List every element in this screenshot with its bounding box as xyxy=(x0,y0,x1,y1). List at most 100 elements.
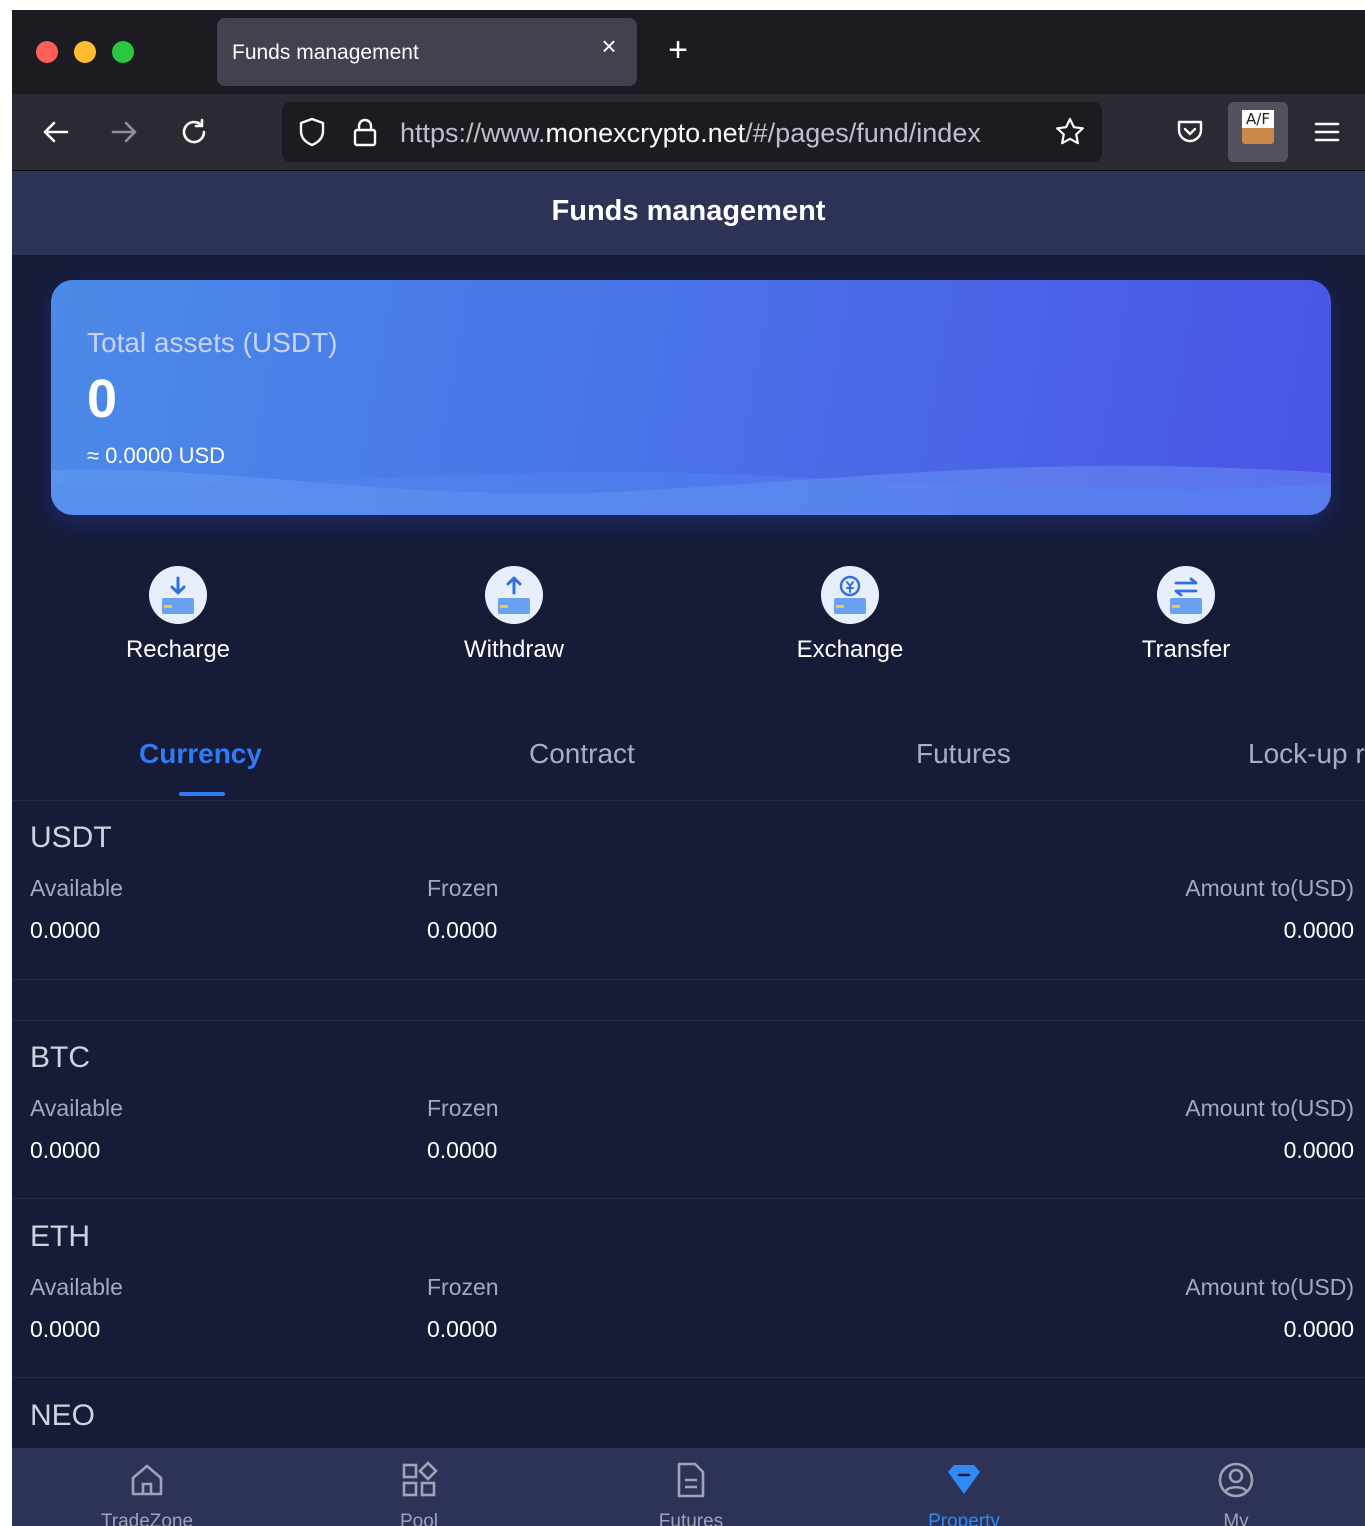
exchange-label: Exchange xyxy=(796,636,904,663)
document-icon xyxy=(677,1462,705,1498)
minimize-window-button[interactable] xyxy=(74,41,96,63)
action-buttons: Recharge Withdraw Exchange Transfer xyxy=(12,566,1365,676)
active-tab-indicator xyxy=(179,792,225,796)
total-assets-usd: ≈ 0.0000 USD xyxy=(87,443,226,468)
extension-button[interactable]: A/F xyxy=(1228,102,1288,162)
amount-value: 0.0000 xyxy=(1283,917,1354,943)
yen-exchange-icon xyxy=(821,566,879,624)
page-content: Funds management Total assets (USDT) 0 ≈… xyxy=(12,171,1365,1526)
available-value: 0.0000 xyxy=(30,1316,101,1342)
total-assets-card: Total assets (USDT) 0 ≈ 0.0000 USD xyxy=(51,280,1331,515)
url-domain: monexcrypto.net xyxy=(545,118,746,148)
shield-icon[interactable] xyxy=(296,116,328,148)
nav-tradezone[interactable]: TradeZone xyxy=(72,1460,222,1526)
coin-row-neo[interactable]: NEO xyxy=(12,1379,1365,1448)
new-tab-button[interactable]: + xyxy=(662,33,694,67)
amount-label: Amount to(USD) xyxy=(1185,1095,1354,1121)
hamburger-menu-icon xyxy=(1314,122,1340,142)
tab-currency[interactable]: Currency xyxy=(139,738,262,770)
diamond-icon xyxy=(948,1465,980,1494)
address-bar[interactable]: https://www.monexcrypto.net/#/pages/fund… xyxy=(282,102,1102,162)
pocket-button[interactable] xyxy=(1170,112,1210,152)
forward-arrow-icon xyxy=(111,121,137,143)
pocket-icon xyxy=(1177,120,1203,143)
upload-arrow-icon xyxy=(485,566,543,624)
amount-label: Amount to(USD) xyxy=(1185,1274,1354,1300)
reload-icon xyxy=(182,118,206,144)
back-arrow-icon xyxy=(43,121,69,143)
recharge-label: Recharge xyxy=(125,636,231,663)
close-tab-icon[interactable]: × xyxy=(597,33,621,59)
frozen-label: Frozen xyxy=(427,1095,499,1121)
withdraw-button[interactable]: Withdraw xyxy=(414,566,614,664)
total-assets-label: Total assets (USDT) xyxy=(87,327,338,358)
available-label: Available xyxy=(30,1274,123,1300)
close-window-button[interactable] xyxy=(36,41,58,63)
nav-label: Futures xyxy=(658,1511,724,1526)
available-value: 0.0000 xyxy=(30,1137,101,1163)
nav-my[interactable]: My xyxy=(1161,1460,1311,1526)
title-bar: Funds management × + xyxy=(12,10,1365,94)
nav-property[interactable]: Property xyxy=(889,1460,1039,1526)
coin-row-usdt[interactable]: USDT Available Frozen Amount to(USD) 0.0… xyxy=(12,801,1365,980)
total-assets-value: 0 xyxy=(87,369,118,429)
withdraw-label: Withdraw xyxy=(463,636,565,663)
download-arrow-icon xyxy=(149,566,207,624)
transfer-button[interactable]: Transfer xyxy=(1086,566,1286,664)
amount-value: 0.0000 xyxy=(1283,1137,1354,1163)
frozen-value: 0.0000 xyxy=(427,1137,498,1163)
browser-tab[interactable]: Funds management × xyxy=(217,18,637,86)
forward-button[interactable] xyxy=(104,112,144,152)
tab-lock-up[interactable]: Lock-up r xyxy=(1248,738,1365,770)
menu-button[interactable] xyxy=(1307,112,1347,152)
url-prefix: https://www. xyxy=(400,118,546,148)
extension-badge: A/F xyxy=(1242,110,1274,144)
maximize-window-button[interactable] xyxy=(112,41,134,63)
nav-label: My xyxy=(1223,1511,1249,1526)
exchange-button[interactable]: Exchange xyxy=(750,566,950,664)
coin-row-btc[interactable]: BTC Available Frozen Amount to(USD) 0.00… xyxy=(12,1021,1365,1199)
swap-arrows-icon xyxy=(1157,566,1215,624)
coin-name: ETH xyxy=(30,1220,90,1253)
nav-futures[interactable]: Futures xyxy=(616,1460,766,1526)
browser-window: Funds management × + https://www.monexcr… xyxy=(12,10,1365,1526)
lock-icon[interactable] xyxy=(350,116,380,148)
frozen-label: Frozen xyxy=(427,875,499,901)
frozen-value: 0.0000 xyxy=(427,1316,498,1342)
nav-pool[interactable]: Pool xyxy=(344,1460,494,1526)
amount-label: Amount to(USD) xyxy=(1185,875,1354,901)
asset-tabs: Currency Contract Futures Lock-up r xyxy=(12,716,1365,801)
frozen-label: Frozen xyxy=(427,1274,499,1300)
tab-futures[interactable]: Futures xyxy=(916,738,1011,770)
amount-value: 0.0000 xyxy=(1283,1316,1354,1342)
tab-title: Funds management xyxy=(232,41,419,64)
card-wave-decoration xyxy=(51,465,1331,515)
url-path: /#/pages/fund/index xyxy=(745,118,981,148)
coin-name: USDT xyxy=(30,821,112,854)
back-button[interactable] xyxy=(36,112,76,152)
nav-label: TradeZone xyxy=(100,1511,194,1526)
frozen-value: 0.0000 xyxy=(427,917,498,943)
coin-name: BTC xyxy=(30,1041,90,1074)
section-spacer xyxy=(12,980,1365,1021)
bookmark-star-icon[interactable] xyxy=(1054,116,1086,148)
page-header: Funds management xyxy=(12,171,1365,255)
transfer-label: Transfer xyxy=(1141,636,1231,663)
nav-label: Pool xyxy=(399,1511,439,1526)
grid-icon xyxy=(402,1461,438,1497)
navigation-bar: https://www.monexcrypto.net/#/pages/fund… xyxy=(12,94,1365,171)
available-label: Available xyxy=(30,1095,123,1121)
page-title: Funds management xyxy=(551,195,826,227)
tab-contract[interactable]: Contract xyxy=(529,738,635,770)
coin-row-eth[interactable]: ETH Available Frozen Amount to(USD) 0.00… xyxy=(12,1200,1365,1378)
nav-label: Property xyxy=(928,1511,1000,1526)
extension-label: A/F xyxy=(1242,110,1274,128)
url-text[interactable]: https://www.monexcrypto.net/#/pages/fund… xyxy=(400,118,981,149)
available-label: Available xyxy=(30,875,123,901)
user-circle-icon xyxy=(1218,1462,1254,1498)
coin-name: NEO xyxy=(30,1399,96,1432)
recharge-button[interactable]: Recharge xyxy=(78,566,278,664)
available-value: 0.0000 xyxy=(30,917,101,943)
bottom-navigation: TradeZone Pool Futures Property My xyxy=(12,1448,1365,1526)
reload-button[interactable] xyxy=(174,112,214,152)
